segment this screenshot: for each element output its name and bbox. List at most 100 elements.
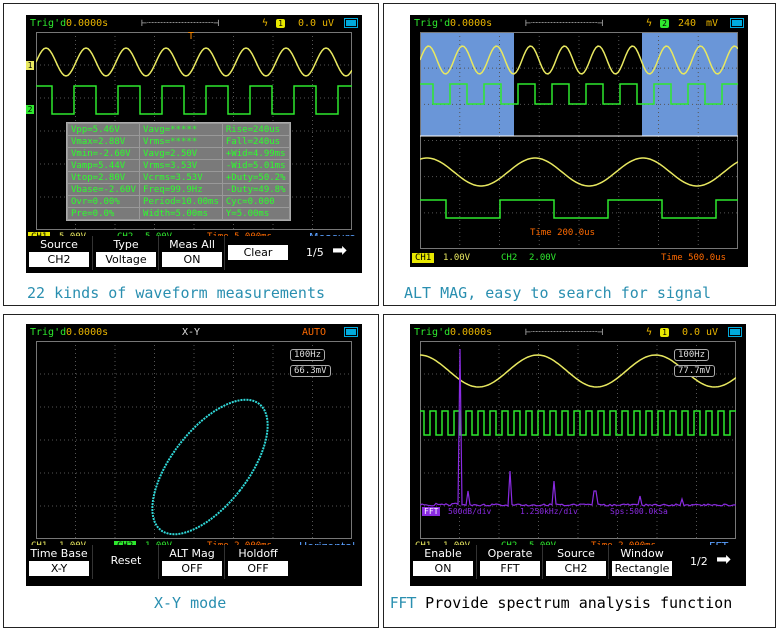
amplitude-readout: 77.7mV bbox=[674, 365, 715, 377]
channel-status-bar: CH1 1.00V CH2 2.00V Time 500.0us bbox=[410, 251, 748, 267]
source-key[interactable]: Source CH2 bbox=[26, 236, 92, 270]
measurement-row: Pre=0.0% Width=5.00ms Y=5.00ms bbox=[68, 208, 290, 220]
alt-mag-value: OFF bbox=[162, 561, 222, 576]
caption-alt-mag: ALT MAG, easy to search for signal bbox=[404, 284, 711, 302]
ch1-marker: 1 bbox=[26, 61, 34, 70]
caption-fft-text: Provide spectrum analysis function bbox=[416, 594, 732, 612]
source-label: Source bbox=[543, 547, 609, 560]
waveform-area: Vpp=5.46V Vavg=***** Rise=240us Vmax=2.88V V… bbox=[36, 32, 352, 230]
enable-label: Enable bbox=[410, 547, 476, 560]
waveform-graph bbox=[420, 32, 738, 249]
memory-bar-icon: ⊢┈┈┈┈┈┈┈┈┈┈┈⊣ bbox=[525, 18, 603, 29]
softkey-bar: Enable ON Operate FFT Source CH2 Window … bbox=[410, 545, 746, 579]
timebase: Time 500.0us bbox=[658, 253, 729, 263]
top-status-bar: Trig'd 0.0000s ⊢┈┈┈┈┈┈┈┈┈┈┈⊣ ϟ 1 0.0 uV bbox=[410, 324, 746, 341]
fft-center: 1.250kHz/div bbox=[520, 507, 578, 516]
ch2-marker: 2 bbox=[26, 105, 34, 114]
ch1-scale: 1.00V bbox=[440, 253, 473, 263]
operate-value: FFT bbox=[480, 561, 540, 576]
source-key[interactable]: Source CH2 bbox=[542, 545, 609, 579]
scope-display: Trig'd 0.0000s ⊢┈┈┈┈┈┈┈┈┈┈┈⊣ ϟ 2 240 mV … bbox=[410, 15, 748, 267]
type-key[interactable]: Type Voltage bbox=[92, 236, 159, 270]
trigger-level-unit: uV bbox=[322, 18, 334, 29]
trigger-level: 0.0 bbox=[298, 18, 316, 29]
time-base-label: Time Base bbox=[26, 547, 92, 560]
measurement-cell: Vpp=5.46V bbox=[68, 124, 140, 136]
holdoff-label: Holdoff bbox=[225, 547, 291, 560]
window-key[interactable]: Window Rectangle bbox=[608, 545, 675, 579]
window-label: Window bbox=[609, 547, 675, 560]
trigger-mode: AUTO bbox=[302, 327, 326, 338]
window-value: Rectangle bbox=[612, 561, 672, 576]
trigger-edge-icon: ϟ bbox=[646, 18, 652, 29]
next-page-arrow-icon[interactable]: ➡ bbox=[332, 240, 347, 261]
memory-bar-icon: ⊢┈┈┈┈┈┈┈┈┈┈┈⊣ bbox=[525, 327, 603, 338]
source-value: CH2 bbox=[29, 252, 89, 267]
caption-xy: X-Y mode bbox=[154, 594, 226, 612]
waveform-area: 100Hz 77.7mV FFT 500dB/div 1.250kHz/div … bbox=[420, 341, 736, 539]
panel-fft: Trig'd 0.0000s ⊢┈┈┈┈┈┈┈┈┈┈┈⊣ ϟ 1 0.0 uV … bbox=[383, 314, 776, 628]
trigger-time: 0.0000s bbox=[66, 327, 108, 338]
page-indicator: 1/5 bbox=[306, 246, 324, 259]
trigger-status: Trig'd bbox=[30, 18, 66, 29]
reset-key[interactable]: Reset bbox=[92, 545, 159, 579]
measurement-row: Vamp=5.44V Vrms=3.53V -Wid=5.01ms bbox=[68, 160, 290, 172]
measurement-cell: Period=10.00ms bbox=[140, 196, 223, 208]
meas-all-label: Meas All bbox=[159, 238, 225, 251]
fft-info-bar: FFT 500dB/div 1.250kHz/div Sps:500.0kSa bbox=[420, 507, 736, 519]
measurement-table: Vpp=5.46V Vavg=***** Rise=240us Vmax=2.88V V… bbox=[66, 122, 291, 221]
fft-span: Sps:500.0kSa bbox=[610, 507, 668, 516]
battery-icon bbox=[344, 327, 358, 337]
page-indicator: 1/2 bbox=[690, 555, 708, 568]
time-base-key[interactable]: Time Base X-Y bbox=[26, 545, 92, 579]
measurement-cell: Vtop=2.80V bbox=[68, 172, 140, 184]
trigger-level-unit: mV bbox=[706, 18, 718, 29]
measurement-row: Ovr=0.00% Period=10.00ms Cyc=0.000 bbox=[68, 196, 290, 208]
source-label: Source bbox=[26, 238, 92, 251]
ch1-label: CH1 bbox=[412, 253, 434, 263]
panel-measure: Trig'd 0.0000s ⊢┈┈┈┈┈┈┈┈┈┈┈⊣ ϟ 1 0.0 uV … bbox=[3, 3, 379, 306]
measurement-cell: Vrms=3.53V bbox=[140, 160, 223, 172]
next-page-arrow-icon[interactable]: ➡ bbox=[716, 549, 731, 570]
softkey-bar: Source CH2 Type Voltage Meas All ON Clea… bbox=[26, 236, 362, 270]
enable-key[interactable]: Enable ON bbox=[410, 545, 476, 579]
trigger-level: 240 bbox=[678, 18, 696, 29]
alt-mag-label: ALT Mag bbox=[159, 547, 225, 560]
reset-label: Reset bbox=[93, 554, 159, 567]
frequency-readout: 100Hz bbox=[674, 349, 709, 361]
measurement-cell: Vbase=-2.60V bbox=[68, 184, 140, 196]
trigger-position-marker: T bbox=[188, 31, 194, 42]
trigger-time: 0.0000s bbox=[66, 18, 108, 29]
measurement-row: Vtop=2.80V Vcrms=3.53V +Duty=50.2% bbox=[68, 172, 290, 184]
measurement-cell: Vamp=5.44V bbox=[68, 160, 140, 172]
battery-icon bbox=[728, 327, 742, 337]
trigger-edge-icon: ϟ bbox=[646, 327, 652, 338]
measurement-row: Vmin=-2.60V Vavg=2.50V +Wid=4.99ms bbox=[68, 148, 290, 160]
measurement-cell: Cyc=0.000 bbox=[222, 196, 289, 208]
measurement-cell: +Wid=4.99ms bbox=[222, 148, 289, 160]
type-value: Voltage bbox=[96, 252, 156, 267]
amplitude-readout: 66.3mV bbox=[290, 365, 331, 377]
measurement-cell: Ovr=0.00% bbox=[68, 196, 140, 208]
trigger-channel-badge: 2 bbox=[660, 19, 669, 28]
trigger-level: 0.0 bbox=[682, 327, 700, 338]
softkey-bar: Time Base X-Y Reset ALT Mag OFF Holdoff … bbox=[26, 545, 362, 579]
trigger-time: 0.0000s bbox=[450, 18, 492, 29]
measurement-cell: Freq=99.9Hz bbox=[140, 184, 223, 196]
enable-value: ON bbox=[413, 561, 473, 576]
holdoff-value: OFF bbox=[228, 561, 288, 576]
panel-alt-mag: Trig'd 0.0000s ⊢┈┈┈┈┈┈┈┈┈┈┈⊣ ϟ 2 240 mV … bbox=[383, 3, 776, 306]
trigger-status: Trig'd bbox=[414, 18, 450, 29]
battery-icon bbox=[344, 18, 358, 28]
trigger-status: Trig'd bbox=[30, 327, 66, 338]
measurement-row: Vpp=5.46V Vavg=***** Rise=240us bbox=[68, 124, 290, 136]
measurement-cell: Vmin=-2.60V bbox=[68, 148, 140, 160]
operate-key[interactable]: Operate FFT bbox=[476, 545, 543, 579]
caption-fft: FFT Provide spectrum analysis function bbox=[390, 594, 732, 612]
clear-key[interactable]: Clear bbox=[224, 236, 291, 270]
alt-mag-key[interactable]: ALT Mag OFF bbox=[158, 545, 225, 579]
battery-icon bbox=[730, 18, 744, 28]
holdoff-key[interactable]: Holdoff OFF bbox=[224, 545, 291, 579]
top-status-bar: Trig'd 0.0000s ⊢┈┈┈┈┈┈┈┈┈┈┈⊣ ϟ 1 0.0 uV bbox=[26, 15, 362, 32]
meas-all-key[interactable]: Meas All ON bbox=[158, 236, 225, 270]
